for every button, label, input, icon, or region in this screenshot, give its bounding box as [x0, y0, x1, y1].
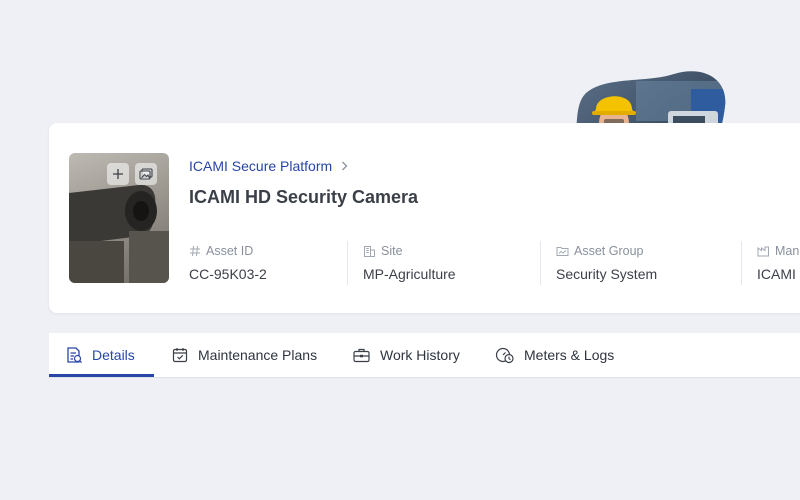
tab-label: Maintenance Plans	[198, 347, 318, 363]
field-asset-id: Asset ID CC-95K03-2	[189, 241, 267, 285]
image-gallery-button[interactable]	[135, 163, 157, 185]
toolbox-icon	[353, 348, 370, 363]
field-asset-group: Asset Group Security System	[556, 241, 657, 285]
gauge-clock-icon	[495, 347, 514, 364]
image-gallery-icon	[139, 168, 153, 180]
field-value: CC-95K03-2	[189, 266, 267, 282]
add-image-button[interactable]	[107, 163, 129, 185]
field-value: MP-Agriculture	[363, 266, 456, 282]
page-title: ICAMI HD Security Camera	[189, 187, 419, 207]
tab-maintenance-plans[interactable]: Maintenance Plans	[171, 333, 317, 377]
folder-chart-icon	[556, 247, 569, 256]
breadcrumb-link[interactable]: ICAMI Secure Platform	[189, 158, 332, 174]
divider	[540, 241, 541, 285]
tab-label: Work History	[380, 347, 460, 363]
field-manufacturer: Man ICAMI	[757, 241, 800, 285]
field-label: Asset ID	[206, 244, 254, 258]
field-site: Site MP-Agriculture	[363, 241, 456, 285]
tab-work-history[interactable]: Work History	[352, 333, 460, 377]
calendar-check-icon	[172, 348, 188, 363]
tab-label: Details	[92, 347, 135, 363]
factory-icon	[757, 246, 769, 257]
breadcrumb[interactable]: ICAMI Secure Platform	[189, 158, 348, 174]
tab-bar: Details Maintenance Plans Work History M…	[49, 333, 800, 378]
field-value: Security System	[556, 266, 658, 282]
document-details-icon	[67, 347, 82, 363]
tab-label: Meters & Logs	[524, 347, 615, 363]
field-value: ICAMI	[757, 266, 796, 282]
chevron-right-icon	[342, 161, 348, 171]
field-label: Man	[775, 244, 800, 258]
asset-thumbnail	[69, 153, 169, 283]
field-label: Asset Group	[574, 244, 644, 258]
divider	[741, 241, 742, 285]
tab-details[interactable]: Details	[65, 333, 135, 377]
field-label: Site	[381, 244, 403, 258]
building-icon	[364, 246, 375, 257]
active-tab-indicator	[49, 374, 154, 377]
divider	[347, 241, 348, 285]
tab-meters-logs[interactable]: Meters & Logs	[495, 333, 614, 377]
hash-icon	[190, 245, 200, 257]
plus-icon	[113, 169, 123, 179]
